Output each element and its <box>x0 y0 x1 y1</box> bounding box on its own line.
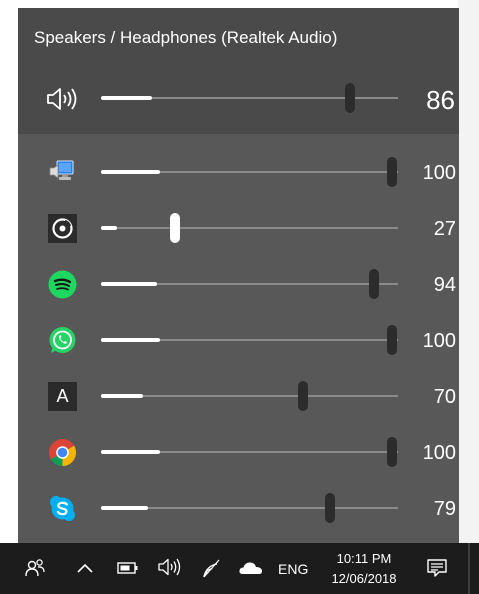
slider-fill <box>101 450 160 454</box>
slider-track <box>101 395 398 397</box>
app-volume-slider-chrome[interactable] <box>101 437 398 467</box>
device-title[interactable]: Speakers / Headphones (Realtek Audio) <box>34 28 337 48</box>
device-section: Speakers / Headphones (Realtek Audio) 86 <box>18 8 459 134</box>
slider-fill <box>101 170 160 174</box>
app-row-system-sounds: 100 <box>18 152 459 192</box>
speaker-icon[interactable] <box>44 86 80 112</box>
system-sounds-icon[interactable] <box>48 158 77 187</box>
app-row-groove: 27 <box>18 208 459 248</box>
people-icon[interactable] <box>24 557 46 579</box>
volume-icon[interactable] <box>157 557 181 577</box>
show-desktop-divider[interactable] <box>468 543 470 594</box>
app-row-spotify: 94 <box>18 264 459 304</box>
taskbar: ENG 10:11 PM 12/06/2018 <box>0 543 479 594</box>
app-volume-slider-system-sounds[interactable] <box>101 157 398 187</box>
app-volume-slider-whatsapp[interactable] <box>101 325 398 355</box>
skype-icon[interactable] <box>48 494 77 523</box>
app-volume-value-groove: 27 <box>433 218 456 240</box>
app-volume-value-skype: 79 <box>433 498 456 520</box>
slider-thumb[interactable] <box>369 269 379 299</box>
clock-time: 10:11 PM <box>336 551 392 566</box>
slider-fill <box>101 338 160 342</box>
clock[interactable]: 10:11 PM 12/06/2018 <box>320 549 408 589</box>
app-row-whatsapp: 100 <box>18 320 459 360</box>
chevron-up-icon[interactable] <box>76 561 94 575</box>
master-volume-row: 86 <box>18 78 459 122</box>
spotify-icon[interactable] <box>48 270 77 299</box>
app-volume-slider-spotify[interactable] <box>101 269 398 299</box>
slider-thumb[interactable] <box>345 83 355 113</box>
slider-fill <box>101 226 117 230</box>
slider-fill <box>101 394 143 398</box>
clock-date: 12/06/2018 <box>331 571 397 586</box>
app-row-skype: 79 <box>18 488 459 528</box>
chrome-icon[interactable] <box>48 438 77 467</box>
language-indicator[interactable]: ENG <box>278 561 308 577</box>
battery-icon[interactable] <box>117 561 139 575</box>
app-row-chrome: 100 <box>18 432 459 472</box>
action-center-icon[interactable] <box>426 557 448 579</box>
volume-mixer-flyout: Speakers / Headphones (Realtek Audio) 86 <box>18 8 459 543</box>
app-volume-value-whatsapp: 100 <box>422 330 456 352</box>
slider-track <box>101 227 398 229</box>
app-volume-slider-groove[interactable] <box>101 213 398 243</box>
font-app-icon[interactable]: A <box>48 382 77 411</box>
app-volume-value-system-sounds: 100 <box>422 162 456 184</box>
onedrive-icon[interactable] <box>238 559 264 577</box>
slider-thumb[interactable] <box>170 213 180 243</box>
background-window-edge <box>458 0 479 543</box>
app-volume-slider-skype[interactable] <box>101 493 398 523</box>
whatsapp-icon[interactable] <box>48 326 77 355</box>
app-volume-slider-font-app[interactable] <box>101 381 398 411</box>
slider-fill <box>101 282 157 286</box>
slider-fill <box>101 96 152 100</box>
master-volume-value: 86 <box>426 85 455 115</box>
slider-thumb[interactable] <box>325 493 335 523</box>
slider-thumb[interactable] <box>298 381 308 411</box>
slider-fill <box>101 506 148 510</box>
font-app-icon-label: A <box>56 386 69 406</box>
app-volume-value-chrome: 100 <box>422 442 456 464</box>
groove-music-icon[interactable] <box>48 214 77 243</box>
master-volume-slider[interactable] <box>101 83 398 113</box>
app-row-font-app: A 70 <box>18 376 459 416</box>
app-volume-value-spotify: 94 <box>433 274 456 296</box>
app-volume-value-font-app: 70 <box>433 386 456 408</box>
wifi-icon[interactable] <box>200 557 222 579</box>
